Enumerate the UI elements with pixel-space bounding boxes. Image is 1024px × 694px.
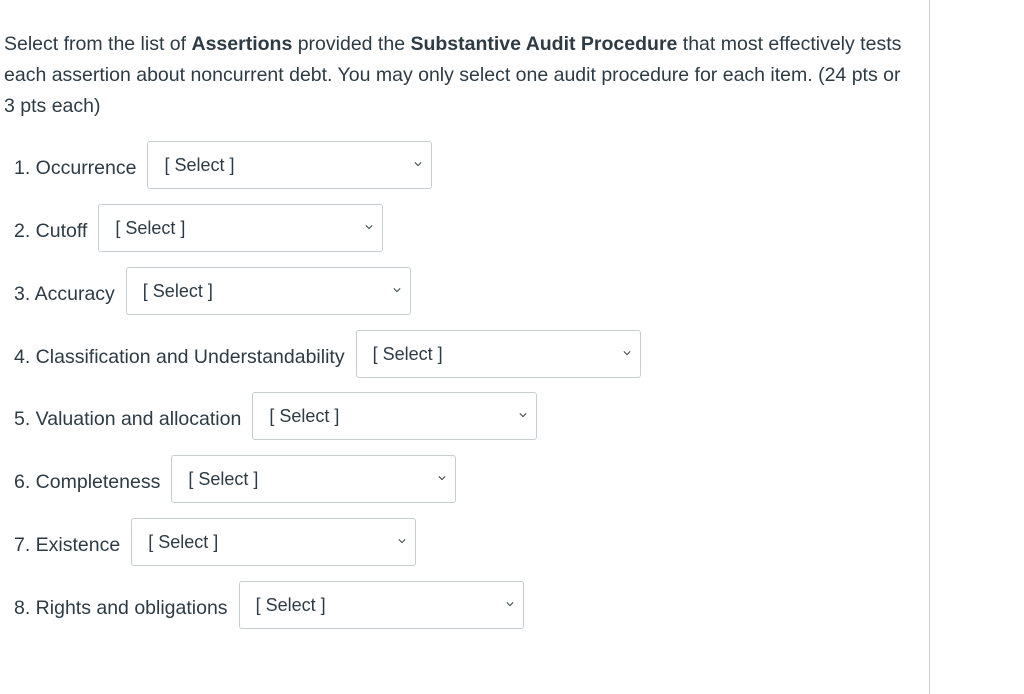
chevron-down-icon — [519, 413, 527, 418]
item-label: 7. Existence — [14, 533, 121, 556]
select-value: [ Select ] — [269, 405, 340, 426]
item-label: 8. Rights and obligations — [14, 596, 228, 619]
chevron-down-icon — [414, 162, 423, 167]
question-instructions: Select from the list of Assertions provi… — [4, 29, 904, 122]
item-label: 2. Cutoff — [14, 219, 88, 242]
question-item-7: 7. Existence [ Select ] — [14, 518, 417, 570]
chevron-down-icon — [438, 476, 446, 481]
instructions-text-1: Select from the list of — [4, 33, 192, 55]
question-item-6: 6. Completeness [ Select ] — [14, 455, 457, 507]
question-item-4: 4. Classification and Understandability … — [14, 330, 641, 382]
select-value: [ Select ] — [188, 468, 259, 489]
chevron-down-icon — [393, 288, 401, 293]
chevron-down-icon — [506, 602, 514, 607]
answer-select-8[interactable]: [ Select ] — [238, 581, 524, 629]
content-divider — [929, 0, 930, 694]
chevron-down-icon — [623, 351, 631, 356]
select-value: [ Select ] — [255, 594, 326, 615]
answer-select-6[interactable]: [ Select ] — [171, 455, 457, 503]
answer-select-7[interactable]: [ Select ] — [131, 518, 417, 566]
instructions-bold-assertions: Assertions — [191, 33, 293, 55]
question-item-2: 2. Cutoff [ Select ] — [14, 204, 384, 256]
question-item-3: 3. Accuracy [ Select ] — [14, 267, 411, 319]
answer-select-1[interactable]: [ Select ] — [147, 141, 433, 189]
item-label: 3. Accuracy — [14, 282, 115, 305]
instructions-bold-procedure: Substantive Audit Procedure — [410, 33, 678, 55]
answer-select-5[interactable]: [ Select ] — [252, 392, 538, 440]
item-label: 1. Occurrence — [14, 156, 137, 179]
question-item-5: 5. Valuation and allocation [ Select ] — [14, 392, 538, 444]
select-value: [ Select ] — [372, 343, 443, 364]
select-value: [ Select ] — [148, 531, 219, 552]
answer-select-2[interactable]: [ Select ] — [98, 204, 384, 252]
item-label: 6. Completeness — [14, 470, 161, 493]
answer-select-4[interactable]: [ Select ] — [355, 330, 641, 378]
chevron-down-icon — [365, 225, 373, 230]
question-item-8: 8. Rights and obligations [ Select ] — [14, 581, 524, 633]
select-value: [ Select ] — [142, 280, 213, 301]
chevron-down-icon — [398, 539, 406, 544]
select-value: [ Select ] — [164, 154, 235, 175]
answer-select-3[interactable]: [ Select ] — [125, 267, 411, 315]
question-item-1: 1. Occurrence [ Select ] — [14, 141, 433, 193]
instructions-text-2: provided the — [292, 33, 411, 55]
item-label: 5. Valuation and allocation — [14, 407, 242, 430]
item-label: 4. Classification and Understandability — [14, 345, 345, 368]
select-value: [ Select ] — [115, 217, 186, 238]
